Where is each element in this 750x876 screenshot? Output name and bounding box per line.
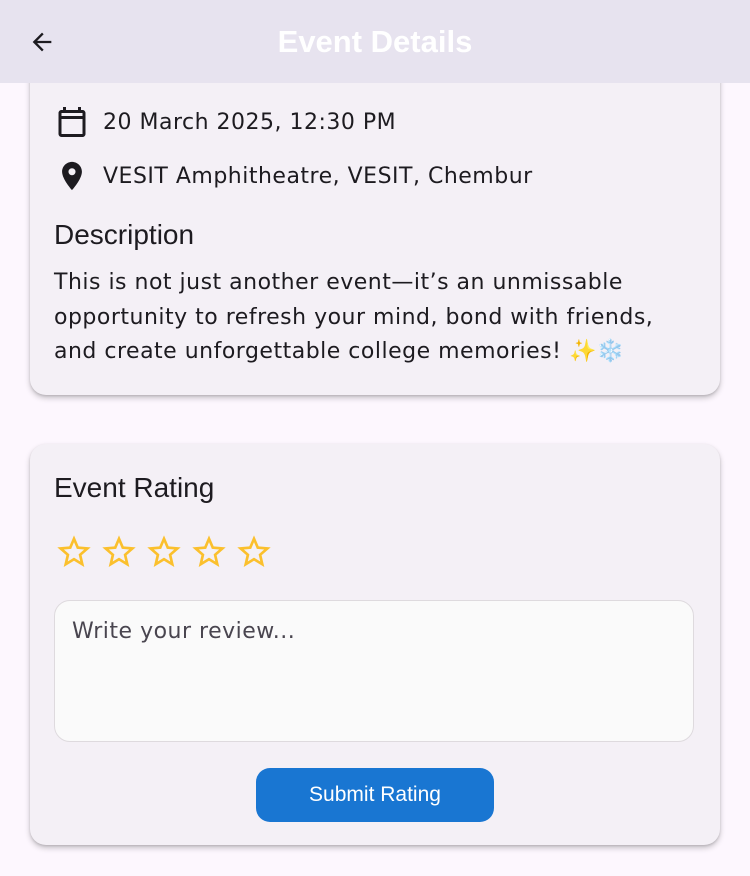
event-date-text: 20 March 2025, 12:30 PM	[103, 109, 397, 135]
star-rating	[54, 532, 274, 572]
event-rating-card: Event Rating Submit Rating	[30, 444, 720, 845]
event-location-text: VESIT Amphitheatre, VESIT, Chembur	[103, 163, 533, 189]
review-input[interactable]	[54, 600, 694, 742]
rating-heading: Event Rating	[54, 472, 215, 503]
star-3-icon[interactable]	[144, 532, 184, 572]
event-date-row: 20 March 2025, 12:30 PM	[54, 104, 396, 140]
sparkles-snowflake-emoji: ✨❄️	[568, 339, 625, 364]
star-1-icon[interactable]	[54, 532, 94, 572]
description-body: This is not just another event—it’s an u…	[54, 266, 694, 370]
location-pin-icon	[54, 158, 90, 194]
event-details-screen: Event Details 20 March 2025, 12:30 PM VE…	[0, 0, 750, 876]
page-title: Event Details	[277, 24, 473, 59]
event-location-row: VESIT Amphitheatre, VESIT, Chembur	[54, 158, 533, 194]
description-text: This is not just another event—it’s an u…	[54, 270, 654, 364]
calendar-icon	[54, 104, 90, 140]
app-bar: Event Details	[0, 0, 750, 83]
star-4-icon[interactable]	[189, 532, 229, 572]
submit-rating-button[interactable]: Submit Rating	[256, 768, 494, 822]
star-2-icon[interactable]	[99, 532, 139, 572]
description-heading: Description	[54, 219, 195, 250]
event-info-card: 20 March 2025, 12:30 PM VESIT Amphitheat…	[30, 62, 720, 395]
star-5-icon[interactable]	[234, 532, 274, 572]
